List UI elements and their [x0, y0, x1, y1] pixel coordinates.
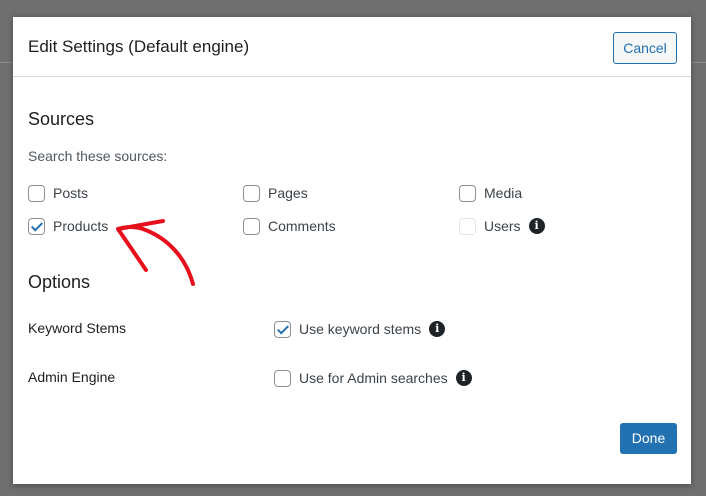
- annotation-arrow-icon: [116, 219, 195, 286]
